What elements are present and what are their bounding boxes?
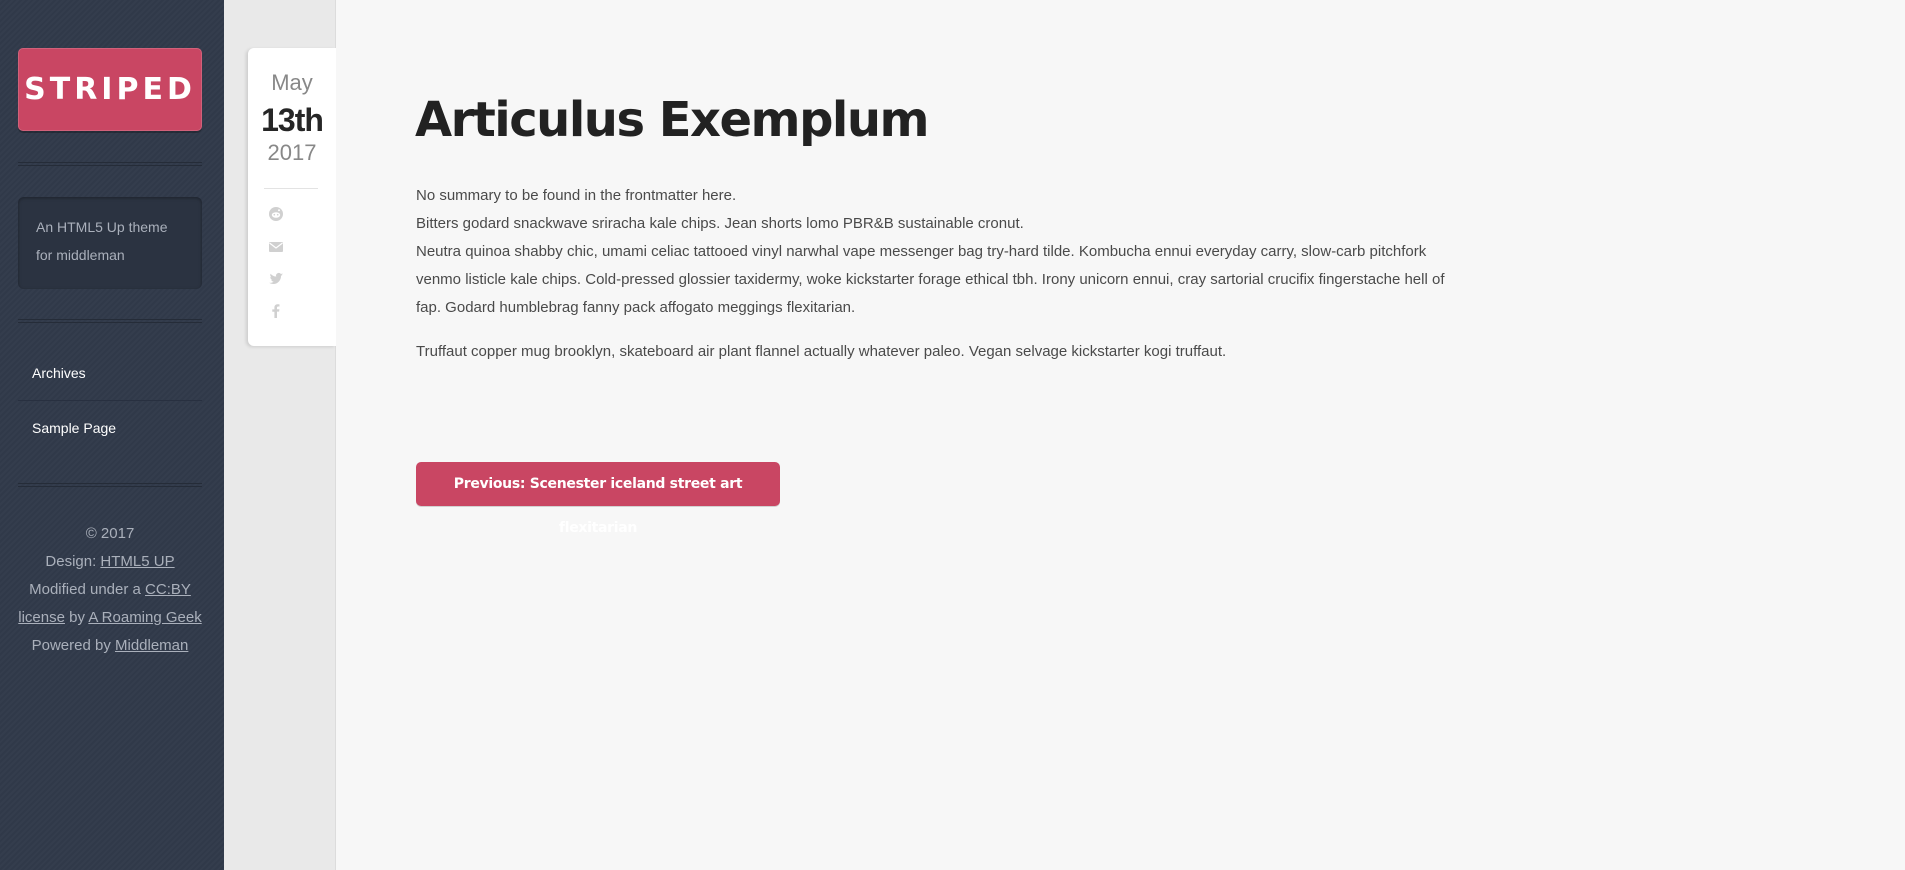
reddit-icon[interactable] — [268, 206, 284, 222]
date-day: 13th — [261, 102, 324, 138]
copyright: © 2017 — [85, 525, 135, 542]
twitter-icon[interactable] — [268, 271, 284, 287]
post-paragraph: Truffaut copper mug brooklyn, skateboard… — [416, 343, 1227, 360]
middleman-link[interactable]: Middleman — [115, 637, 188, 654]
envelope-icon[interactable] — [268, 239, 284, 255]
nav-item-archives[interactable]: Archives — [18, 346, 202, 401]
by-text: by — [64, 609, 89, 626]
nav-item-sample-page[interactable]: Sample Page — [18, 401, 202, 456]
main-content: Articulus Exemplum No summary to be foun… — [336, 0, 1905, 870]
sidebar: STRIPED An HTML5 Up theme for middleman … — [0, 0, 224, 870]
post-title: Articulus Exemplum — [415, 92, 930, 148]
sidebar-divider — [18, 319, 202, 323]
date-year: 2017 — [267, 140, 317, 165]
sidebar-divider — [18, 162, 202, 166]
post-line: Bitters godard snackwave sriracha kale c… — [416, 215, 1024, 232]
design-credit: Design: HTML5 UP — [18, 548, 202, 576]
license-credit: Modified under a CC:BY license by A Roam… — [18, 576, 202, 632]
sidebar-footer: © 2017 Design: HTML5 UP Modified under a… — [18, 520, 202, 660]
design-prefix: Design: — [45, 553, 101, 570]
post-body: No summary to be found in the frontmatte… — [416, 182, 1466, 366]
date-month: May — [271, 70, 313, 95]
facebook-icon[interactable] — [268, 303, 284, 319]
sidebar-divider — [18, 483, 202, 487]
html5up-link[interactable]: HTML5 UP — [100, 553, 174, 570]
site-description: An HTML5 Up theme for middleman — [18, 197, 202, 289]
modified-prefix: Modified under a — [29, 581, 146, 598]
site-logo[interactable]: STRIPED — [18, 48, 202, 131]
powered-credit: Powered by Middleman — [18, 632, 202, 660]
post-line: Neutra quinoa shabby chic, umami celiac … — [416, 243, 1445, 316]
post-line: No summary to be found in the frontmatte… — [416, 187, 737, 204]
powered-prefix: Powered by — [31, 637, 115, 654]
date-divider — [264, 188, 318, 189]
previous-post-button[interactable]: Previous: Scenester iceland street art f… — [416, 462, 780, 536]
author-link[interactable]: A Roaming Geek — [88, 609, 201, 626]
date-card: May 13th 2017 — [248, 48, 336, 346]
post-paragraph: No summary to be found in the frontmatte… — [416, 182, 1466, 322]
